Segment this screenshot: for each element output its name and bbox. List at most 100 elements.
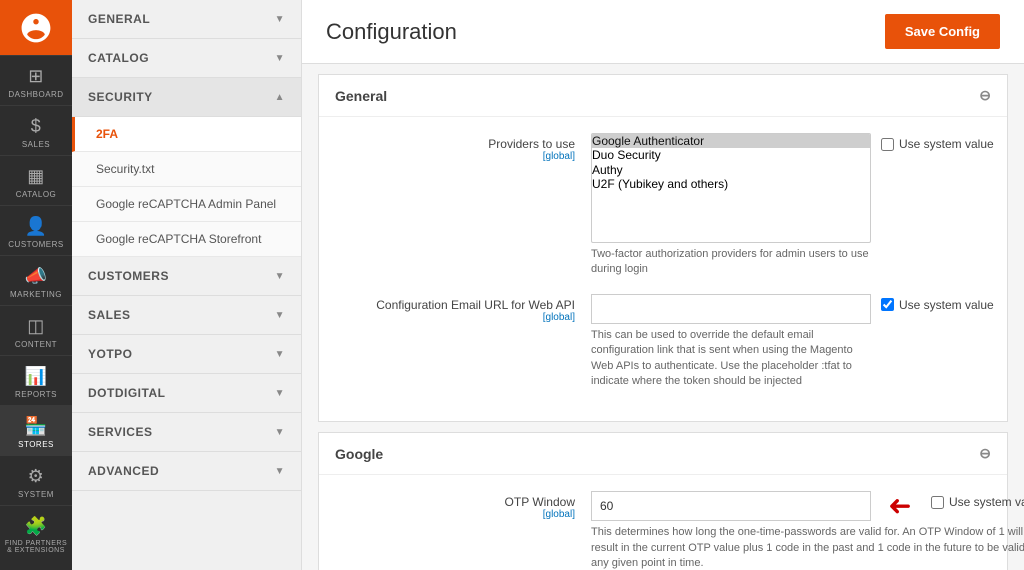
providers-form-row: Providers to use [global] Google Authent… (335, 133, 991, 278)
otp-use-system-value-label[interactable]: Use system value (931, 491, 1024, 509)
config-email-field-col: This can be used to override the default… (591, 294, 994, 390)
sidebar-item-label: Marketing (10, 290, 62, 299)
partners-icon: 🧩 (25, 516, 48, 537)
nav-sidebar: General ▼ Catalog ▼ Security ▲ 2FA Secur… (72, 0, 302, 570)
nav-sub-security-txt[interactable]: Security.txt (72, 152, 301, 187)
otp-window-field-col: ➜ Use system value This determines how l… (591, 491, 1024, 570)
nav-section-general-label: General (88, 12, 150, 26)
config-email-hint: This can be used to override the default… (591, 328, 871, 390)
config-email-use-system-value-label[interactable]: Use system value (881, 294, 994, 312)
sidebar-item-marketing[interactable]: 📣 Marketing (0, 255, 72, 305)
nav-sub-2fa[interactable]: 2FA (72, 117, 301, 152)
nav-section-dotdigital[interactable]: DOTDIGITAL ▼ (72, 374, 301, 413)
otp-use-system-value-checkbox[interactable] (931, 496, 944, 509)
provider-option-google[interactable]: Google Authenticator (592, 134, 870, 148)
nav-section-yotpo-label: YOTPO (88, 347, 133, 361)
chevron-down-icon: ▼ (275, 466, 285, 477)
sidebar-item-content[interactable]: ◫ Content (0, 305, 72, 355)
sidebar-item-reports[interactable]: 📊 Reports (0, 355, 72, 405)
provider-option-authy[interactable]: Authy (592, 163, 870, 177)
otp-window-field-row: ➜ Use system value (591, 491, 1024, 521)
nav-section-yotpo[interactable]: YOTPO ▼ (72, 335, 301, 374)
providers-use-system-value-label[interactable]: Use system value (881, 133, 994, 151)
marketing-icon: 📣 (25, 266, 48, 287)
nav-section-customers-label: Customers (88, 269, 169, 283)
nav-section-dotdigital-label: DOTDIGITAL (88, 386, 165, 400)
chevron-up-icon: ▲ (275, 92, 285, 103)
sidebar-item-customers[interactable]: 👤 Customers (0, 205, 72, 255)
sidebar-item-label: Dashboard (8, 90, 63, 99)
provider-option-duo[interactable]: Duo Security (592, 148, 870, 162)
collapse-icon: ⊖ (979, 87, 991, 104)
otp-window-input[interactable] (591, 491, 871, 521)
nav-section-general[interactable]: General ▼ (72, 0, 301, 39)
sales-icon: $ (31, 116, 42, 137)
chevron-down-icon: ▼ (275, 271, 285, 282)
provider-option-u2f[interactable]: U2F (Yubikey and others) (592, 177, 870, 191)
providers-label: Providers to use (335, 137, 575, 151)
sidebar-item-label: Sales (22, 140, 50, 149)
nav-section-advanced[interactable]: Advanced ▼ (72, 452, 301, 491)
nav-section-sales-label: Sales (88, 308, 131, 322)
sidebar-item-find-partners[interactable]: 🧩 Find Partners & Extensions (0, 505, 72, 560)
page-header: Configuration Save Config (302, 0, 1024, 64)
sidebar-item-dashboard[interactable]: ⊞ Dashboard (0, 55, 72, 105)
providers-field-col: Google Authenticator Duo Security Authy … (591, 133, 994, 278)
content-icon: ◫ (27, 316, 45, 337)
general-section-title: General (335, 88, 387, 104)
stores-icon: 🏪 (25, 416, 48, 437)
nav-section-security-label: Security (88, 90, 153, 104)
nav-section-services[interactable]: Services ▼ (72, 413, 301, 452)
providers-label-col: Providers to use [global] (335, 133, 575, 162)
sidebar-item-label: Content (15, 340, 57, 349)
providers-listbox[interactable]: Google Authenticator Duo Security Authy … (591, 133, 871, 243)
catalog-icon: ▦ (27, 166, 45, 187)
reports-icon: 📊 (25, 366, 48, 387)
chevron-down-icon: ▼ (275, 427, 285, 438)
general-section-header[interactable]: General ⊖ (319, 75, 1007, 117)
general-section-panel: General ⊖ Providers to use [global] Goog (318, 74, 1008, 422)
sidebar-item-system[interactable]: ⚙ System (0, 455, 72, 505)
save-config-button[interactable]: Save Config (885, 14, 1000, 49)
nav-section-security[interactable]: Security ▲ (72, 78, 301, 117)
google-section-title: Google (335, 446, 383, 462)
config-email-input-wrapper: This can be used to override the default… (591, 294, 871, 390)
sidebar-item-sales[interactable]: $ Sales (0, 105, 72, 155)
customers-icon: 👤 (25, 216, 48, 237)
chevron-down-icon: ▼ (275, 388, 285, 399)
providers-scope: [global] (335, 151, 575, 162)
chevron-down-icon: ▼ (275, 53, 285, 64)
content-area: Configuration Save Config General ⊖ Prov… (302, 0, 1024, 570)
config-email-label-col: Configuration Email URL for Web API [glo… (335, 294, 575, 323)
otp-window-form-row: OTP Window [global] ➜ Use (335, 491, 991, 570)
google-section-panel: Google ⊖ OTP Window [global] (318, 432, 1008, 570)
otp-window-scope: [global] (335, 509, 575, 520)
system-icon: ⚙ (28, 466, 45, 487)
config-email-use-system-value-checkbox[interactable] (881, 298, 894, 311)
logo[interactable] (0, 0, 72, 55)
sidebar-item-label: System (18, 490, 54, 499)
sidebar-item-label: Find Partners & Extensions (4, 540, 68, 554)
otp-window-hint: This determines how long the one-time-pa… (591, 525, 1024, 570)
config-email-label: Configuration Email URL for Web API (335, 298, 575, 312)
providers-use-system-value-checkbox[interactable] (881, 138, 894, 151)
google-section-header[interactable]: Google ⊖ (319, 433, 1007, 475)
nav-sub-recaptcha-storefront-label: Google reCAPTCHA Storefront (96, 232, 261, 246)
dashboard-icon: ⊞ (28, 66, 44, 87)
nav-section-catalog[interactable]: Catalog ▼ (72, 39, 301, 78)
config-email-scope: [global] (335, 312, 575, 323)
config-email-field-row: This can be used to override the default… (591, 294, 994, 390)
nav-section-sales[interactable]: Sales ▼ (72, 296, 301, 335)
nav-section-customers[interactable]: Customers ▼ (72, 257, 301, 296)
config-email-input[interactable] (591, 294, 871, 324)
red-arrow-icon: ➜ (888, 489, 911, 522)
sidebar-item-label: Stores (18, 440, 54, 449)
nav-section-catalog-label: Catalog (88, 51, 149, 65)
sidebar-item-catalog[interactable]: ▦ Catalog (0, 155, 72, 205)
nav-sub-security-txt-label: Security.txt (96, 162, 154, 176)
otp-window-label: OTP Window (335, 495, 575, 509)
nav-sub-recaptcha-storefront[interactable]: Google reCAPTCHA Storefront (72, 222, 301, 257)
nav-sub-recaptcha-admin[interactable]: Google reCAPTCHA Admin Panel (72, 187, 301, 222)
sidebar-item-label: Customers (8, 240, 63, 249)
sidebar-item-stores[interactable]: 🏪 Stores (0, 405, 72, 455)
